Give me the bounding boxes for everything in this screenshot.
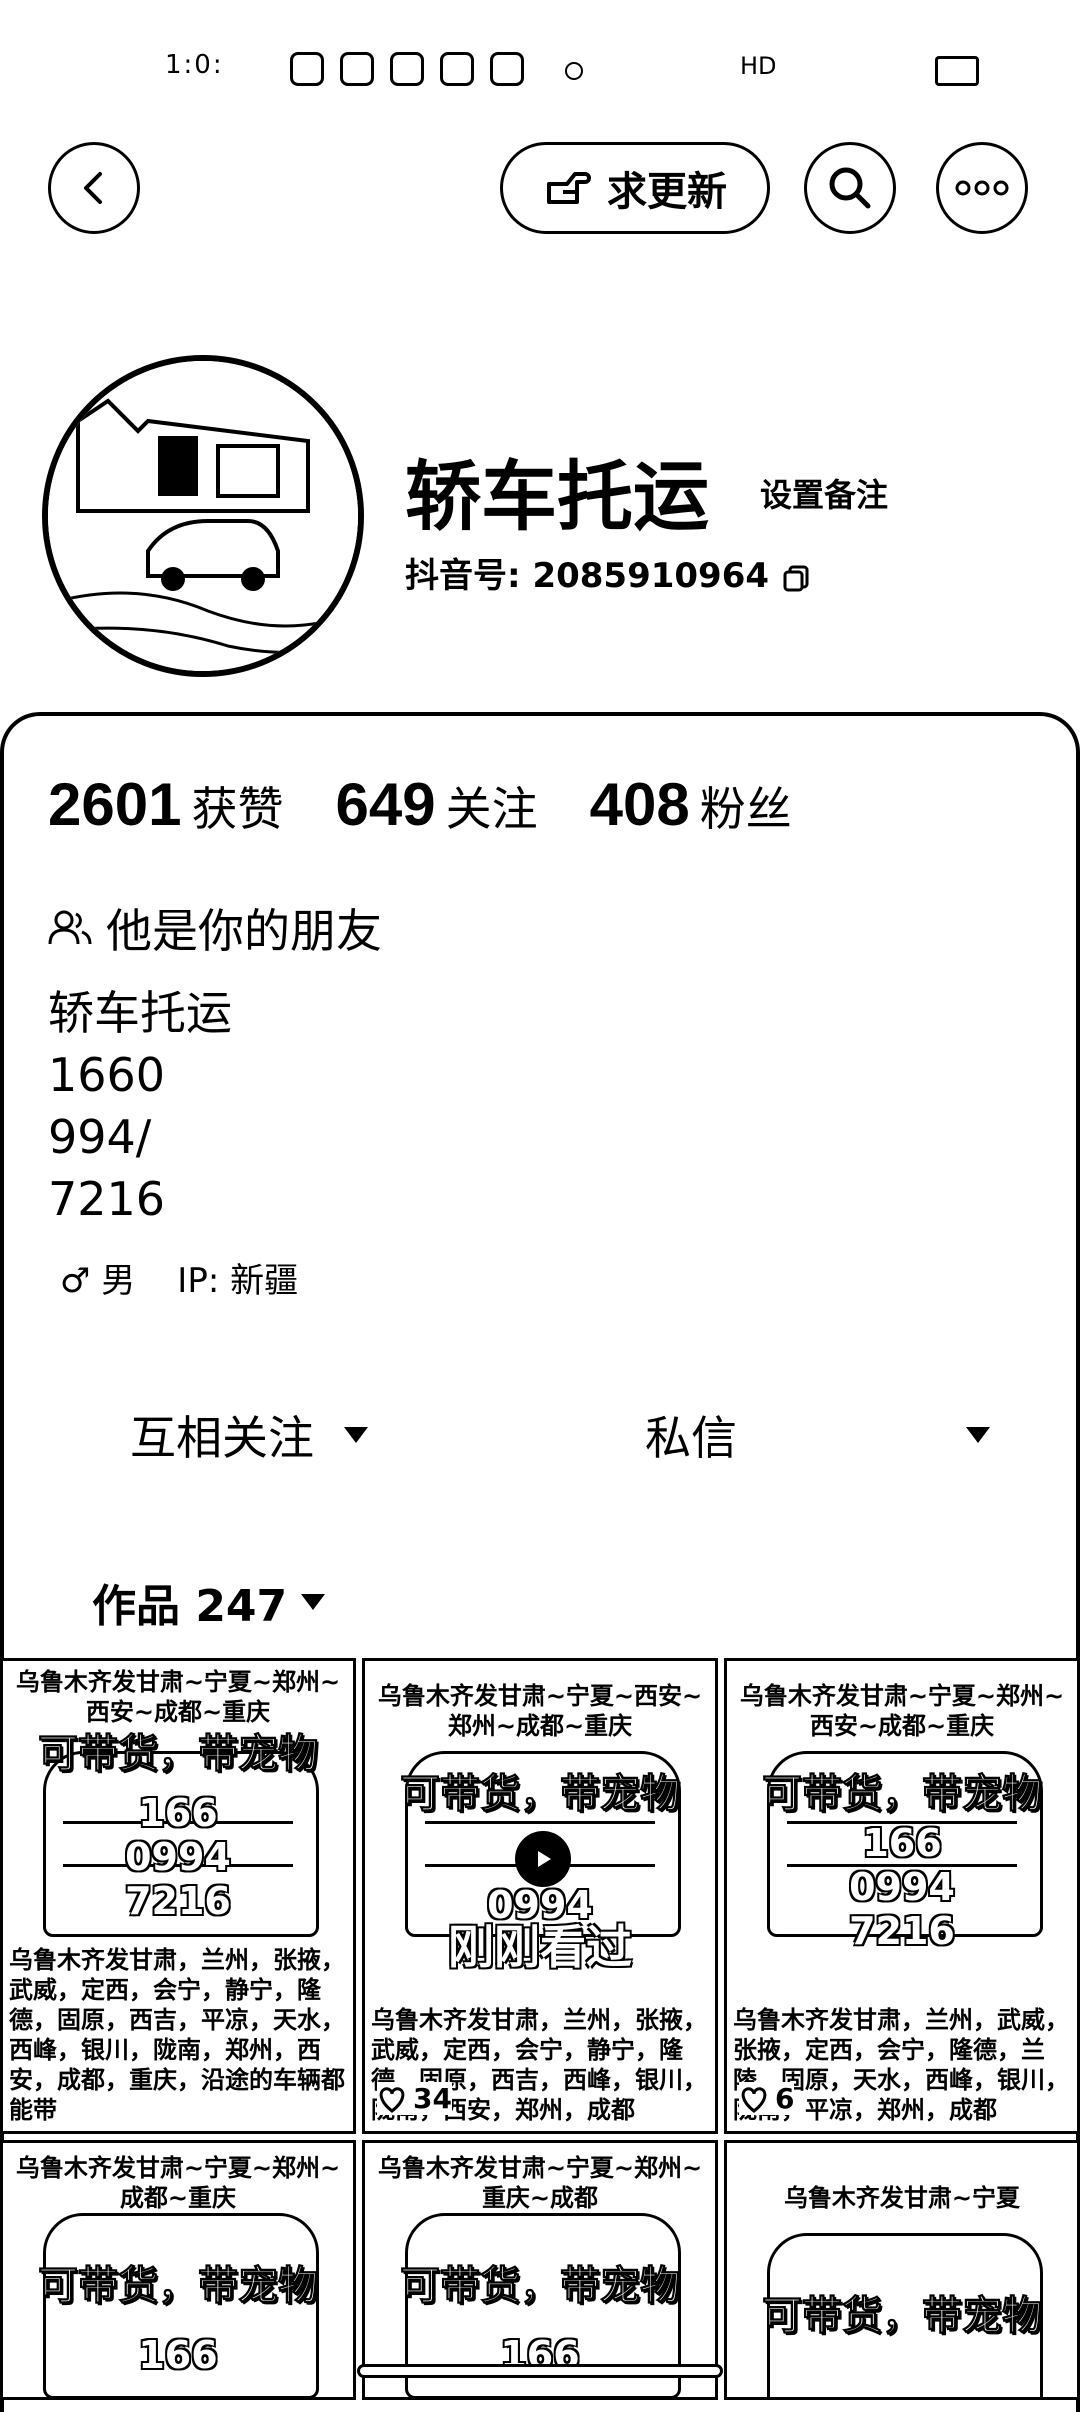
more-horizontal-icon	[955, 180, 1009, 196]
copy-icon[interactable]	[781, 563, 811, 593]
app-notification-icon	[390, 52, 424, 86]
bio-line: 1660	[48, 1048, 166, 1102]
video-top-caption: 乌鲁木齐发甘肃~宁夏~郑州~西安~成都~重庆	[739, 1682, 1065, 1740]
stats-row: 2601 获赞 649 关注 408 粉丝	[48, 770, 844, 839]
video-main-caption: 可带货，带宠物	[400, 2263, 681, 2310]
friend-status-text: 他是你的朋友	[106, 904, 382, 958]
followers-label: 粉丝	[699, 782, 792, 836]
profile-meta: ♂ 男 IP: 新疆	[60, 1253, 298, 1302]
video-phone: 166 0994 7216	[125, 1791, 231, 1923]
more-button[interactable]	[936, 142, 1028, 234]
recently-viewed-badge: 刚刚看过	[448, 1920, 632, 1974]
hand-point-icon	[547, 172, 591, 204]
play-triangle	[538, 1851, 551, 1867]
video-main-caption: 可带货，带宠物	[762, 1771, 1043, 1818]
friend-status: 他是你的朋友	[48, 895, 382, 961]
request-update-label: 求更新	[607, 169, 727, 215]
set-remark-link[interactable]: 设置备注	[760, 470, 888, 516]
followers-count[interactable]: 408	[590, 770, 690, 839]
chevron-left-icon	[84, 172, 102, 204]
following-label: 关注	[445, 782, 538, 836]
video-top-caption: 乌鲁木齐发甘肃~宁夏~郑州~成都~重庆	[15, 2154, 341, 2212]
gender-tag: ♂ 男	[60, 1261, 136, 1301]
video-thumbnail[interactable]: 乌鲁木齐发甘肃~宁夏 可带货，带宠物	[724, 2140, 1080, 2400]
video-likes-count: 34	[413, 2082, 452, 2115]
back-button[interactable]	[48, 142, 140, 234]
likes-label: 获赞	[191, 782, 284, 836]
bio-line: 994/	[48, 1110, 152, 1164]
app-notification-icon	[490, 52, 524, 86]
avatar-image	[48, 361, 358, 671]
app-notification-icon	[290, 52, 324, 86]
heart-icon	[741, 2086, 767, 2113]
bio-line: 7216	[48, 1172, 166, 1226]
friends-icon	[48, 910, 92, 945]
app-notification-icon	[340, 52, 374, 86]
video-top-caption: 乌鲁木齐发甘肃~宁夏~西安~郑州~成都~重庆	[377, 1682, 703, 1740]
video-top-caption: 乌鲁木齐发甘肃~宁夏~郑州~西安~成都~重庆	[15, 1668, 341, 1726]
douyin-id: 抖音号: 2085910964	[405, 548, 811, 597]
message-button[interactable]: 私信	[645, 1390, 990, 1480]
video-grid: 乌鲁木齐发甘肃~宁夏~郑州~西安~成都~重庆 可带货，带宠物 166 0994 …	[0, 1658, 1080, 2400]
likes-count[interactable]: 2601	[48, 770, 181, 839]
network-indicator: HD	[740, 52, 777, 80]
video-main-caption: 可带货，带宠物	[38, 2263, 319, 2310]
video-thumbnail[interactable]: 乌鲁木齐发甘肃~宁夏~郑州~重庆~成都 可带货，带宠物 166	[362, 2140, 718, 2400]
video-bottom-caption: 乌鲁木齐发甘肃，兰州，张掖，武威，定西，会宁，静宁，隆德，固原，西吉，平凉，天水…	[9, 1946, 345, 2124]
video-top-caption: 乌鲁木齐发甘肃~宁夏~郑州~重庆~成都	[377, 2154, 703, 2212]
home-indicator[interactable]	[357, 2364, 723, 2378]
video-thumbnail[interactable]: 乌鲁木齐发甘肃~宁夏~郑州~成都~重庆 可带货，带宠物 166	[0, 2140, 356, 2400]
video-main-caption: 可带货，带宠物	[762, 2293, 1043, 2340]
douyin-id-label: 抖音号:	[405, 556, 521, 596]
search-button[interactable]	[804, 142, 896, 234]
avatar[interactable]	[42, 355, 364, 677]
video-thumbnail[interactable]: 乌鲁木齐发甘肃~宁夏~郑州~西安~成都~重庆 可带货，带宠物 166 0994 …	[0, 1658, 356, 2134]
video-top-caption: 乌鲁木齐发甘肃~宁夏	[783, 2184, 1021, 2212]
ip-location: IP: 新疆	[177, 1261, 299, 1301]
video-thumbnail[interactable]: 乌鲁木齐发甘肃~宁夏~郑州~西安~成都~重庆 可带货，带宠物 166 0994 …	[724, 1658, 1080, 2134]
profile-name: 轿车托运	[405, 452, 709, 541]
status-time: 1:0:	[165, 50, 224, 80]
heart-icon	[379, 2086, 405, 2113]
tab-works[interactable]: 作品 247	[92, 1570, 326, 1634]
status-bar: 1:0: HD	[0, 0, 1080, 110]
video-phone: 166 0994 7216	[849, 1821, 955, 1953]
following-count[interactable]: 649	[335, 770, 435, 839]
search-icon	[829, 167, 871, 209]
dropdown-triangle-icon[interactable]	[966, 1427, 990, 1443]
dropdown-triangle-icon	[301, 1594, 326, 1610]
video-thumbnail[interactable]: 乌鲁木齐发甘肃~宁夏~西安~郑州~成都~重庆 可带货，带宠物 0994 刚刚看过…	[362, 1658, 718, 2134]
mutual-follow-label: 互相关注	[130, 1411, 314, 1465]
message-label: 私信	[645, 1411, 737, 1465]
works-tab-label: 作品 247	[92, 1581, 288, 1632]
request-update-button[interactable]: 求更新	[500, 142, 770, 234]
video-likes: 34	[377, 2082, 452, 2115]
video-phone: 166	[138, 2333, 218, 2377]
video-likes-count: 6	[775, 2082, 795, 2115]
notification-dot-icon	[565, 62, 583, 80]
dropdown-triangle-icon	[344, 1427, 368, 1443]
bio: 轿车托运 1660 994/ 7216	[48, 982, 232, 1230]
mutual-follow-button[interactable]: 互相关注	[130, 1390, 368, 1480]
video-main-caption: 可带货，带宠物	[38, 1731, 319, 1778]
bio-line: 轿车托运	[48, 986, 232, 1040]
video-main-caption: 可带货，带宠物	[400, 1771, 681, 1818]
video-likes: 6	[739, 2082, 795, 2115]
app-notification-icon	[440, 52, 474, 86]
play-icon[interactable]	[515, 1831, 571, 1887]
battery-icon	[935, 56, 979, 86]
douyin-id-value: 2085910964	[532, 556, 770, 596]
